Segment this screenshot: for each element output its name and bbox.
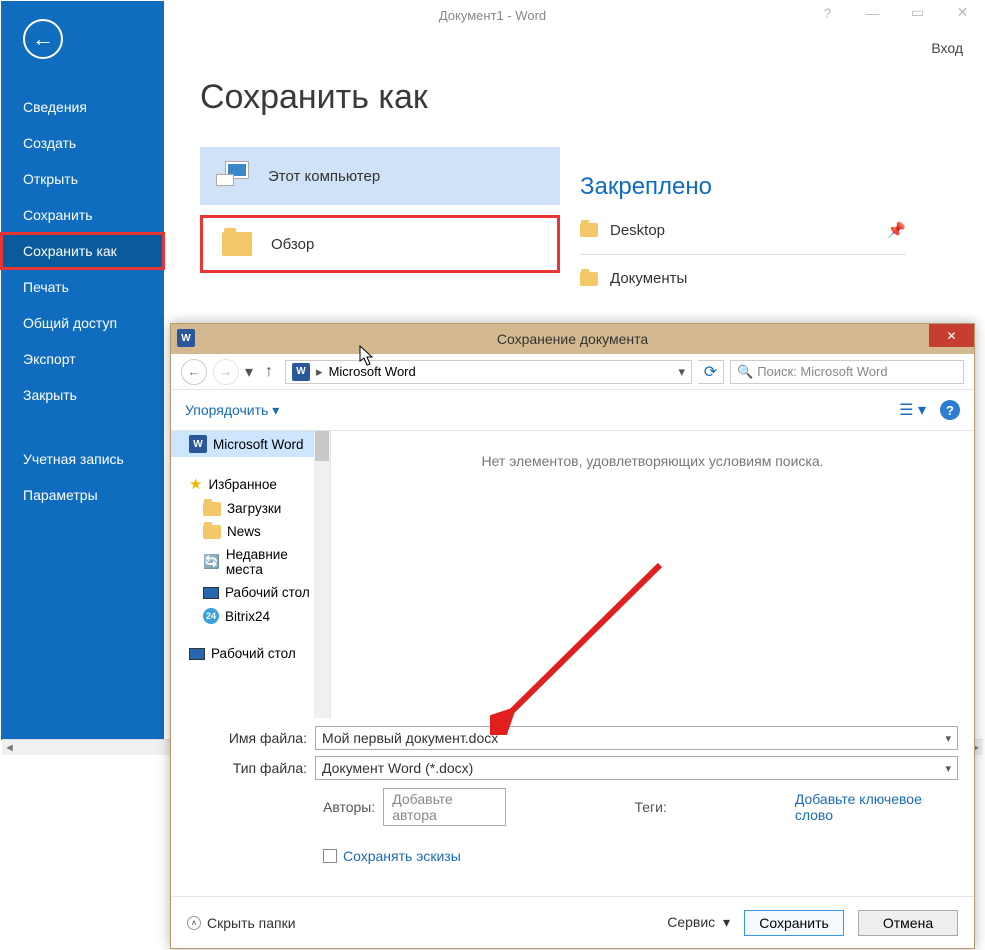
monitor-icon — [203, 587, 219, 599]
folder-tree: W Microsoft Word ★ Избранное Загрузки Ne… — [171, 431, 331, 718]
close-button[interactable]: ✕ — [940, 0, 985, 25]
search-input[interactable]: 🔍 Поиск: Microsoft Word — [730, 360, 964, 384]
view-options-button[interactable]: ☰ ▾ — [899, 400, 926, 420]
pinned-section: Закреплено Desktop 📌 Документы — [580, 173, 906, 297]
nav-forward-button[interactable]: → — [213, 359, 239, 385]
sidebar-item-save[interactable]: Сохранить — [1, 197, 164, 233]
pinned-heading: Закреплено — [580, 173, 906, 201]
login-link[interactable]: Вход — [931, 40, 963, 56]
chevron-right-icon: ▸ — [316, 364, 323, 380]
pinned-item-documents[interactable]: Документы — [580, 260, 906, 297]
sidebar-item-print[interactable]: Печать — [1, 269, 164, 305]
filename-label: Имя файла: — [187, 730, 315, 746]
breadcrumb-bar[interactable]: W ▸ Microsoft Word ▾ — [285, 360, 692, 384]
tree-scrollbar[interactable] — [314, 431, 330, 718]
help-button[interactable]: ? — [805, 0, 850, 25]
recent-places-icon: 🔄 — [203, 554, 220, 570]
tree-item-bitrix[interactable]: 24 Bitrix24 — [171, 604, 330, 628]
save-button[interactable]: Сохранить — [744, 910, 844, 936]
save-location-this-pc[interactable]: Этот компьютер — [200, 147, 560, 205]
pinned-item-desktop[interactable]: Desktop 📌 — [580, 211, 906, 249]
scroll-left-icon[interactable]: ◄ — [4, 742, 15, 754]
nav-up-button[interactable]: ↑ — [259, 363, 279, 381]
pinned-label: Документы — [610, 270, 687, 287]
sidebar-item-close[interactable]: Закрыть — [1, 377, 164, 413]
browse-label: Обзор — [271, 236, 314, 253]
backstage-sidebar: ← Сведения Создать Открыть Сохранить Сох… — [1, 1, 164, 740]
filetype-label: Тип файла: — [187, 760, 315, 776]
star-icon: ★ — [189, 475, 202, 493]
word-icon: W — [292, 363, 310, 381]
search-icon: 🔍 — [737, 364, 753, 380]
refresh-button[interactable]: ⟳ — [698, 360, 724, 384]
sidebar-item-info[interactable]: Сведения — [1, 89, 164, 125]
dialog-title-text: Сохранение документа — [497, 331, 648, 347]
pinned-label: Desktop — [610, 222, 665, 239]
dialog-navbar: ← → ▾ ↑ W ▸ Microsoft Word ▾ ⟳ 🔍 Поиск: … — [171, 354, 974, 390]
computer-icon — [214, 158, 254, 194]
chevron-down-icon: ▾ — [272, 402, 279, 418]
sidebar-item-open[interactable]: Открыть — [1, 161, 164, 197]
bitrix-icon: 24 — [203, 608, 219, 624]
separator — [580, 254, 906, 255]
tools-menu[interactable]: Сервис ▾ — [667, 914, 730, 931]
sidebar-item-account[interactable]: Учетная запись — [1, 441, 164, 477]
hide-folders-toggle[interactable]: ˄ Скрыть папки — [187, 915, 296, 931]
folder-open-icon — [217, 226, 257, 262]
search-placeholder: Поиск: Microsoft Word — [757, 364, 887, 379]
folder-icon — [203, 525, 221, 539]
authors-input[interactable]: Добавьте автора — [383, 788, 506, 826]
sidebar-item-export[interactable]: Экспорт — [1, 341, 164, 377]
document-title: Документ1 - Word — [439, 8, 546, 23]
this-pc-label: Этот компьютер — [268, 168, 380, 185]
sidebar-item-share[interactable]: Общий доступ — [1, 305, 164, 341]
tree-item-desktop[interactable]: Рабочий стол — [171, 581, 330, 604]
sidebar-item-new[interactable]: Создать — [1, 125, 164, 161]
folder-icon — [580, 272, 598, 286]
dialog-footer: ˄ Скрыть папки Сервис ▾ Сохранить Отмена — [171, 896, 974, 948]
checkbox-icon[interactable] — [323, 849, 337, 863]
sidebar-item-options[interactable]: Параметры — [1, 477, 164, 513]
save-file-dialog: W Сохранение документа ✕ ← → ▾ ↑ W ▸ Mic… — [170, 323, 975, 949]
word-icon: W — [177, 329, 195, 347]
tree-item-downloads[interactable]: Загрузки — [171, 497, 330, 520]
dialog-close-button[interactable]: ✕ — [929, 324, 974, 347]
maximize-button[interactable]: ▭ — [895, 0, 940, 25]
file-list-empty: Нет элементов, удовлетворяющих условиям … — [331, 431, 974, 718]
monitor-icon — [189, 648, 205, 660]
dialog-toolbar: Упорядочить ▾ ☰ ▾ ? — [171, 390, 974, 430]
back-button[interactable]: ← — [23, 19, 63, 59]
filetype-select[interactable]: Документ Word (*.docx) ▾ — [315, 756, 958, 780]
folder-icon — [580, 223, 598, 237]
chevron-down-icon[interactable]: ▾ — [678, 364, 685, 380]
help-button[interactable]: ? — [940, 400, 960, 420]
sidebar-item-save-as[interactable]: Сохранить как — [1, 233, 164, 269]
caret-up-icon: ˄ — [187, 916, 201, 930]
chevron-down-icon[interactable]: ▾ — [245, 362, 253, 382]
filename-input[interactable]: Мой первый документ.docx ▾ — [315, 726, 958, 750]
breadcrumb-text: Microsoft Word — [329, 364, 416, 379]
dialog-titlebar: W Сохранение документа ✕ — [171, 324, 974, 354]
chevron-down-icon[interactable]: ▾ — [945, 762, 951, 775]
word-icon: W — [189, 435, 207, 453]
tree-item-news[interactable]: News — [171, 520, 330, 543]
chevron-down-icon[interactable]: ▾ — [945, 732, 951, 745]
save-location-browse[interactable]: Обзор — [200, 215, 560, 273]
arrow-left-icon: ← — [32, 26, 54, 52]
tree-item-desktop-root[interactable]: Рабочий стол — [171, 642, 330, 665]
minimize-button[interactable]: — — [850, 0, 895, 25]
tree-item-recent[interactable]: 🔄 Недавние места — [171, 543, 330, 581]
tags-input[interactable]: Добавьте ключевое слово — [795, 791, 958, 823]
tree-item-favorites[interactable]: ★ Избранное — [171, 471, 330, 497]
nav-back-button[interactable]: ← — [181, 359, 207, 385]
authors-label: Авторы: — [323, 799, 375, 815]
organize-menu[interactable]: Упорядочить ▾ — [185, 402, 279, 419]
save-thumbnails-option[interactable]: Сохранять эскизы — [187, 848, 958, 864]
cancel-button[interactable]: Отмена — [858, 910, 958, 936]
folder-icon — [203, 502, 221, 516]
tags-label: Теги: — [634, 799, 666, 815]
page-title: Сохранить как — [200, 78, 985, 117]
tree-item-microsoft-word[interactable]: W Microsoft Word — [171, 431, 330, 457]
pin-icon[interactable]: 📌 — [887, 221, 906, 239]
